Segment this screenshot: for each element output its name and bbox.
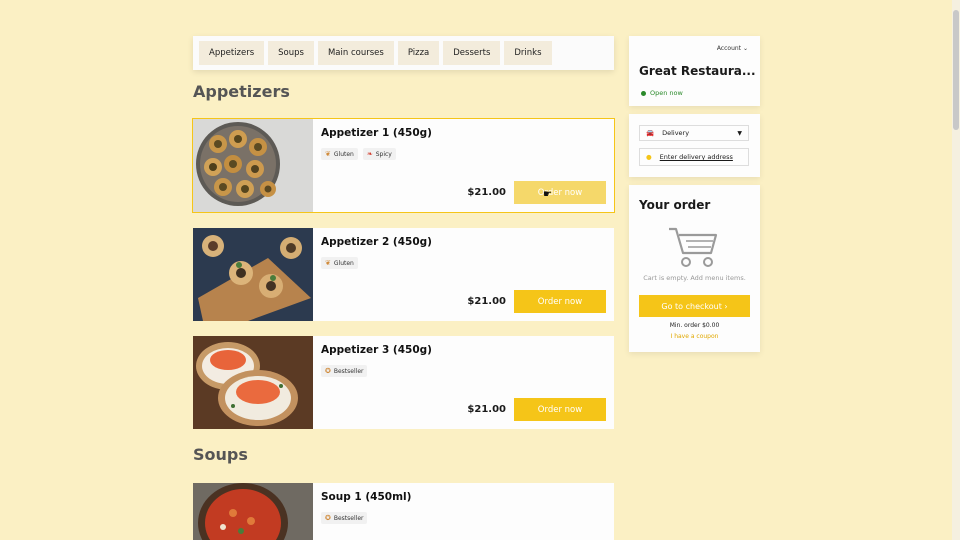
item-title: Appetizer 1 (450g) [321,127,432,139]
tag-list: ✪ Bestseller [321,512,606,524]
min-order-text: Min. order $0.00 [669,322,720,329]
page-scrollbar[interactable] [952,0,960,540]
item-price: $21.00 [467,296,506,307]
item-title: Appetizer 3 (450g) [321,344,432,356]
checkout-button[interactable]: Go to checkout › [639,295,750,317]
tag-list: ❦ Gluten ❧ Spicy [321,148,606,160]
menu-item-card[interactable]: Appetizer 3 (450g) ✪ Bestseller $21.00 Or… [193,336,614,429]
order-now-button[interactable]: Order now [514,398,606,421]
tag-list: ✪ Bestseller [321,365,606,377]
tag-bestseller: ✪ Bestseller [321,512,368,524]
food-image [193,336,313,429]
tag-gluten: ❦ Gluten [321,148,358,160]
cart-empty-text: Cart is empty. Add menu items. [643,274,746,282]
wheat-icon: ❦ [325,150,331,158]
tag-label: Bestseller [333,367,364,375]
tag-label: Spicy [375,150,392,158]
menu-item-card[interactable]: Soup 1 (450ml) ✪ Bestseller [193,483,614,540]
delivery-address-field[interactable]: ● Enter delivery address [639,148,749,166]
tag-spicy: ❧ Spicy [362,148,396,160]
account-label: Account [716,45,742,52]
item-price: $21.00 [467,404,506,415]
chili-icon: ❧ [366,150,373,158]
car-icon: 🚘 [646,129,655,137]
item-price: $21.00 [467,187,506,198]
chevron-down-icon: ⌄ [742,45,748,52]
scrollbar-thumb[interactable] [953,10,959,130]
delivery-mode-select[interactable]: 🚘 Delivery ▼ [639,125,749,141]
tab-desserts[interactable]: Desserts [443,41,501,65]
menu-item-card[interactable]: Appetizer 2 (450g) ❦ Gluten $21.00 Order … [193,228,614,321]
tag-gluten: ❦ Gluten [321,257,358,269]
coupon-link[interactable]: I have a coupon [629,333,760,340]
delivery-mode-label: Delivery [662,129,690,137]
tag-list: ❦ Gluten [321,257,606,269]
menu-item-body: Appetizer 1 (450g) ❦ Gluten ❧ Spicy $21.00… [313,119,614,212]
delivery-panel: 🚘 Delivery ▼ ● Enter delivery address [629,114,760,177]
order-panel: Your order Cart is empty. Add menu items… [629,185,760,352]
shopping-cart-icon [669,227,718,267]
restaurant-name: Great Restaura... [639,64,756,78]
order-now-button[interactable]: Order now [514,181,606,204]
status-label: Open now [650,89,683,97]
order-title: Your order [639,198,711,212]
tab-pizza[interactable]: Pizza [397,41,440,65]
address-prompt: Enter delivery address [659,153,733,161]
tag-label: Gluten [333,150,354,158]
account-menu[interactable]: Account ⌄ [717,45,748,52]
status-dot-icon [641,90,646,96]
mouse-cursor-icon: ☛ [543,189,552,200]
tab-soups[interactable]: Soups [268,41,314,65]
open-status: Open now [641,89,683,97]
tag-bestseller: ✪ Bestseller [321,365,368,377]
caret-down-icon: ▼ [737,129,742,137]
item-title: Appetizer 2 (450g) [321,236,432,248]
section-heading-soups: Soups [193,445,248,464]
tab-drinks[interactable]: Drinks [504,41,552,65]
award-icon: ✪ [325,367,331,375]
category-nav: Appetizers Soups Main courses Pizza Dess… [193,36,614,70]
order-now-button[interactable]: Order now [514,290,606,313]
tag-label: Gluten [333,259,354,267]
section-heading-appetizers: Appetizers [193,82,290,101]
wheat-icon: ❦ [325,259,331,267]
tag-label: Bestseller [333,514,364,522]
menu-item-body: Soup 1 (450ml) ✪ Bestseller [313,483,614,540]
tab-main-courses[interactable]: Main courses [317,41,394,65]
restaurant-info-panel: Account ⌄ Great Restaura... Open now [629,36,760,106]
item-title: Soup 1 (450ml) [321,491,412,503]
food-image [193,119,313,212]
award-icon: ✪ [325,514,331,522]
menu-item-body: Appetizer 3 (450g) ✪ Bestseller $21.00 Or… [313,336,614,429]
food-image [193,483,313,540]
menu-item-body: Appetizer 2 (450g) ❦ Gluten $21.00 Order … [313,228,614,321]
food-image [193,228,313,321]
location-pin-icon: ● [646,153,652,161]
tab-appetizers[interactable]: Appetizers [199,41,265,65]
